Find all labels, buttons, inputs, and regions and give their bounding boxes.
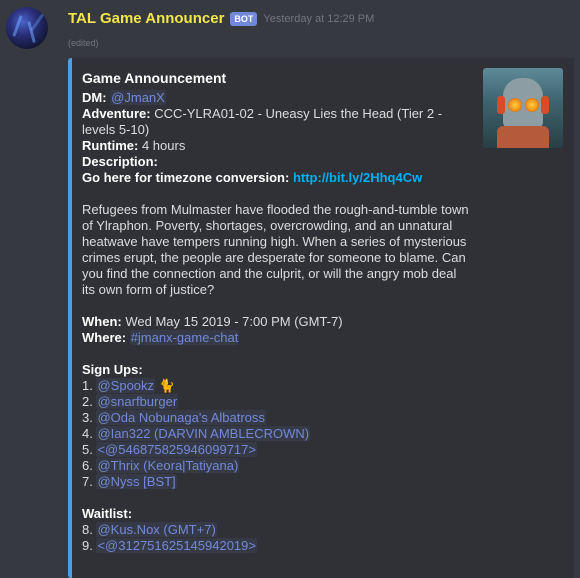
runtime-value: 4 hours [141,138,186,153]
description-line: Description: [82,154,472,170]
embed: Game Announcement DM: @JmanX Adventure: … [68,58,574,578]
waitlist-label: Waitlist: [82,506,133,521]
embed-thumbnail[interactable] [483,68,563,148]
when-line: When: Wed May 15 2019 - 7:00 PM (GMT-7) [82,314,472,330]
dm-line: DM: @JmanX [82,90,472,106]
signup-item: 3. @Oda Nobunaga's Albatross [82,410,266,425]
runtime-label: Runtime: [82,138,139,153]
timezone-label: Go here for timezone conversion: [82,170,290,185]
runtime-line: Runtime: 4 hours [82,138,472,154]
cat-emoji-icon: 🐈 [158,378,175,393]
user-mention[interactable]: @Oda Nobunaga's Albatross [96,410,266,425]
user-mention[interactable]: <@312751625145942019> [96,538,257,553]
description-label: Description: [82,154,158,169]
adventure-label: Adventure: [82,106,151,121]
user-mention[interactable]: <@546875825946099717> [96,442,257,457]
timestamp[interactable]: Yesterday at 12:29 PM [263,13,374,25]
description-text: Refugees from Mulmaster have flooded the… [82,202,469,297]
timezone-link[interactable]: http://bit.ly/2Hhq4Cw [293,170,422,185]
edited-indicator: (edited) [68,38,99,48]
signups-heading: Sign Ups: [82,362,472,378]
timezone-line: Go here for timezone conversion: http://… [82,170,472,186]
user-mention[interactable]: @Thrix (Keora|Tatiyana) [96,458,240,473]
channel-mention[interactable]: #jmanx-game-chat [129,330,240,345]
adventure-line: Adventure: CCC-YLRA01-02 - Uneasy Lies t… [82,106,472,138]
embed-content: Game Announcement DM: @JmanX Adventure: … [82,70,472,554]
user-mention[interactable]: @Kus.Nox (GMT+7) [96,522,217,537]
bot-tag: BOT [230,11,258,26]
signup-item: 5. <@546875825946099717> [82,442,257,457]
user-mention[interactable]: @snarfburger [96,394,179,409]
when-label: When: [82,314,122,329]
signup-item: 4. @Ian322 (DARVIN AMBLECROWN) [82,426,311,441]
signup-item: 6. @Thrix (Keora|Tatiyana) [82,458,240,473]
waitlist-item: 9. <@312751625145942019> [82,538,257,553]
where-line: Where: #jmanx-game-chat [82,330,472,346]
user-mention[interactable]: @Ian322 (DARVIN AMBLECROWN) [96,426,311,441]
user-mention[interactable]: @Spookz [96,378,156,393]
user-mention[interactable]: @Nyss [BST] [96,474,177,489]
message-header: TAL Game Announcer BOT Yesterday at 12:2… [68,10,374,27]
where-label: Where: [82,330,127,345]
embed-title: Game Announcement [82,70,227,86]
username[interactable]: TAL Game Announcer [68,10,224,27]
when-value: Wed May 15 2019 - 7:00 PM (GMT-7) [125,314,343,329]
waitlist-item: 8. @Kus.Nox (GMT+7) [82,522,217,537]
signup-item: 1. @Spookz 🐈 [82,378,175,393]
dm-mention[interactable]: @JmanX [110,90,166,105]
signups-label: Sign Ups: [82,362,143,377]
dm-label: DM: [82,90,107,105]
bot-avatar[interactable] [6,7,48,49]
waitlist-heading: Waitlist: [82,506,472,522]
signup-item: 7. @Nyss [BST] [82,474,177,489]
signup-item: 2. @snarfburger [82,394,179,409]
